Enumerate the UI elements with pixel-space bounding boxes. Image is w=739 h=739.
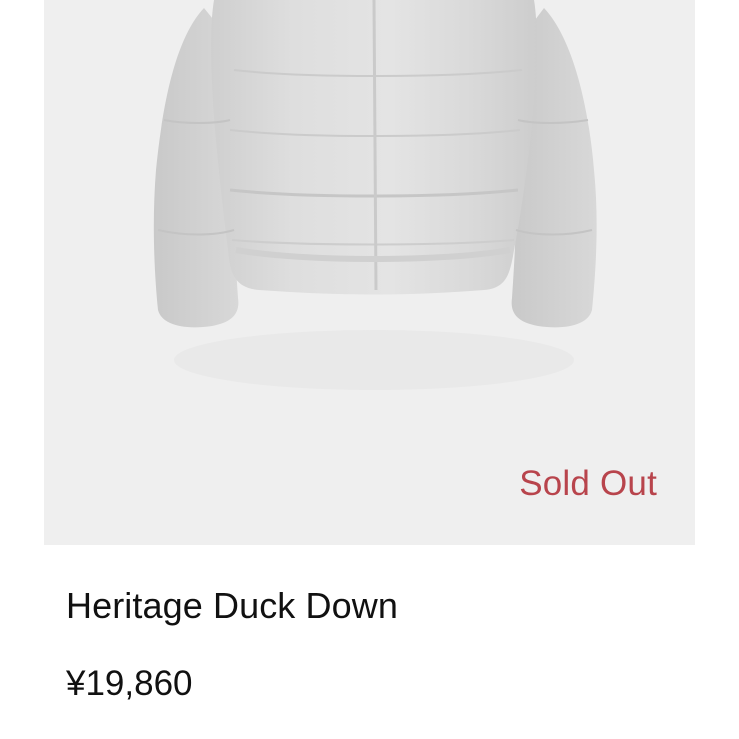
product-price: ¥19,860 <box>66 664 193 703</box>
product-card[interactable]: Sold Out Heritage Duck Down ¥19,860 <box>0 0 739 739</box>
product-image[interactable]: Sold Out <box>44 0 695 545</box>
product-name[interactable]: Heritage Duck Down <box>66 588 398 624</box>
sold-out-badge: Sold Out <box>519 464 657 503</box>
